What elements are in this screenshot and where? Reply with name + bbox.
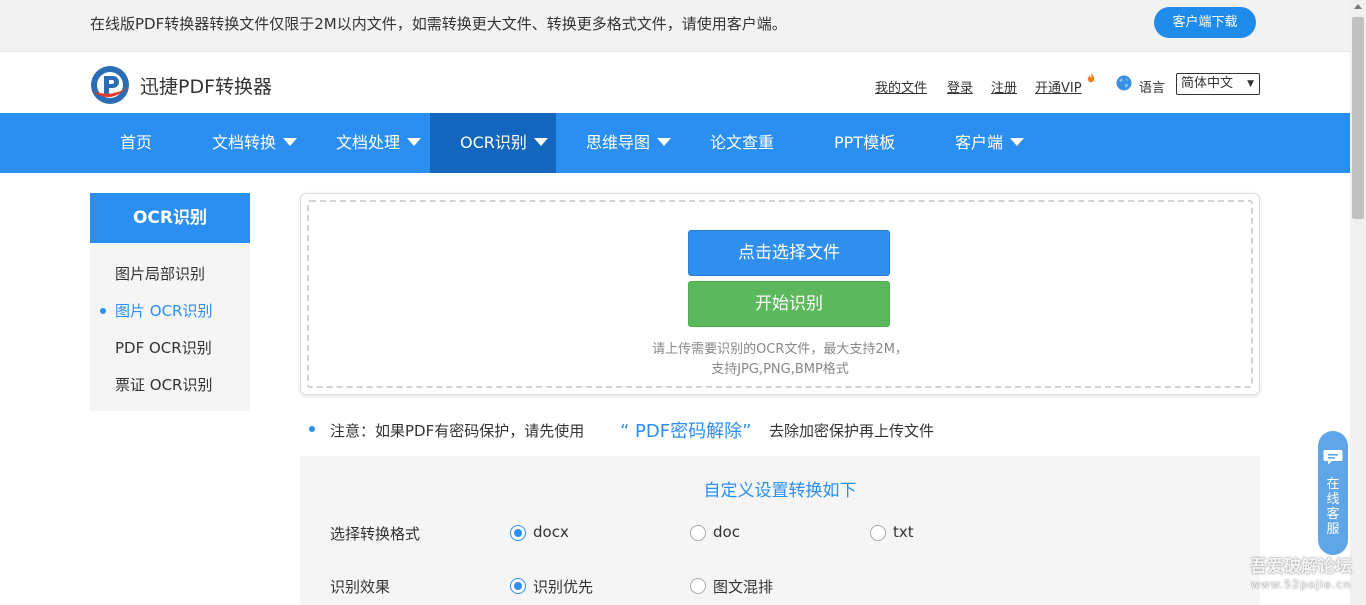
watermark-url: www.52pojie.cn [1250, 578, 1352, 591]
nav-plagiarism-check[interactable]: 论文查重 [710, 113, 774, 173]
nav-client[interactable]: 客户端 [955, 113, 1025, 173]
radio-mixed-layout[interactable] [690, 578, 706, 594]
radio-recognition-first[interactable] [510, 578, 526, 594]
radio-txt[interactable] [870, 525, 886, 541]
sidebar-title: OCR识别 [90, 193, 250, 243]
top-notice-bar: 在线版PDF转换器转换文件仅限于2M以内文件，如需转换更大文件、转换更多格式文件… [0, 0, 1350, 52]
nav-label: 首页 [120, 133, 153, 152]
radio-doc[interactable] [690, 525, 706, 541]
my-files-link[interactable]: 我的文件 [875, 77, 927, 96]
chat-bubble-icon [1323, 450, 1343, 465]
scroll-up-arrow-icon[interactable] [1354, 4, 1362, 9]
brand-logo-icon[interactable] [90, 65, 130, 105]
size-limit-notice: 在线版PDF转换器转换文件仅限于2M以内文件，如需转换更大文件、转换更多格式文件… [90, 15, 787, 33]
nav-doc-convert[interactable]: 文档转换 [212, 113, 298, 173]
nav-label: 论文查重 [710, 133, 775, 152]
pdf-password-remove-link[interactable]: “ PDF密码解除” [620, 417, 751, 443]
nav-label: 文档处理 [336, 133, 401, 152]
client-download-button[interactable]: 客户端下载 [1154, 7, 1256, 38]
nav-label: 文档转换 [212, 133, 277, 152]
sidebar-item-partial-image[interactable]: 图片局部识别 [115, 263, 205, 284]
sidebar-item-receipt-ocr[interactable]: 票证 OCR识别 [115, 374, 212, 395]
nav-mindmap[interactable]: 思维导图 [586, 113, 672, 173]
sidebar-item-image-ocr[interactable]: 图片 OCR识别 [115, 300, 212, 321]
register-link[interactable]: 注册 [991, 77, 1017, 96]
radio-recognition-first-label[interactable]: 识别优先 [533, 576, 593, 597]
nav-label: PPT模板 [834, 133, 896, 152]
dropdown-triangle-icon [657, 137, 672, 146]
settings-title: 自定义设置转换如下 [703, 481, 857, 501]
choose-file-button[interactable]: 点击选择文件 [688, 230, 890, 276]
page-scrollbar[interactable] [1350, 0, 1366, 605]
language-selected-value: 简体中文 [1181, 76, 1234, 91]
radio-docx-label[interactable]: docx [533, 523, 569, 541]
forum-watermark: 吾爱破解论坛 www.52pojie.cn [1246, 556, 1356, 592]
radio-docx[interactable] [510, 525, 526, 541]
upload-dropzone[interactable]: 点击选择文件 开始识别 请上传需要识别的OCR文件，最大支持2M， 支持JPG,… [307, 200, 1253, 388]
main-nav: 首页 文档转换 文档处理 OCR识别 思维导图 论文查重 PPT模板 客户端 [0, 113, 1350, 173]
start-recognition-button[interactable]: 开始识别 [688, 281, 890, 327]
dropdown-caret-icon: ▼ [1247, 79, 1254, 89]
online-service-label: 在线客服 [1326, 477, 1340, 537]
active-indicator-dot [100, 308, 106, 314]
sidebar-item-pdf-ocr[interactable]: PDF OCR识别 [115, 337, 212, 358]
dropdown-triangle-icon [533, 137, 548, 146]
site-header: 迅捷PDF转换器 我的文件 登录 注册 开通VIP 语言 简体中文 ▼ [0, 53, 1350, 113]
conversion-settings: 自定义设置转换如下 选择转换格式 docx doc txt 识别效果 识别优先 … [300, 456, 1260, 605]
online-service-tab[interactable]: 在线客服 [1318, 431, 1348, 555]
login-link[interactable]: 登录 [947, 77, 973, 96]
nav-ppt-templates[interactable]: PPT模板 [834, 113, 895, 173]
password-note-suffix: 去除加密保护再上传文件 [769, 422, 935, 440]
nav-label: OCR识别 [460, 133, 527, 152]
password-note-text: 注意：如果PDF有密码保护，请先使用 [330, 422, 585, 440]
upload-hint-line1: 请上传需要识别的OCR文件，最大支持2M， [652, 342, 908, 357]
radio-mixed-layout-label[interactable]: 图文混排 [713, 576, 773, 597]
sidebar-menu: 图片局部识别 图片 OCR识别 PDF OCR识别 票证 OCR识别 [90, 243, 250, 411]
format-row-label: 选择转换格式 [330, 525, 421, 543]
upload-panel: 点击选择文件 开始识别 请上传需要识别的OCR文件，最大支持2M， 支持JPG,… [300, 193, 1260, 395]
watermark-title: 吾爱破解论坛 [1250, 557, 1352, 577]
nav-label: 思维导图 [586, 133, 651, 152]
language-select[interactable]: 简体中文 ▼ [1176, 73, 1260, 95]
nav-home[interactable]: 首页 [120, 113, 152, 173]
nav-doc-process[interactable]: 文档处理 [336, 113, 422, 173]
globe-icon [1116, 75, 1132, 91]
dropdown-triangle-icon [1010, 137, 1025, 146]
effect-row-label: 识别效果 [330, 578, 391, 596]
dropdown-triangle-icon [283, 137, 298, 146]
scrollbar-thumb[interactable] [1352, 17, 1364, 219]
language-label: 语言 [1139, 81, 1166, 96]
dropdown-triangle-icon [407, 137, 422, 146]
radio-txt-label[interactable]: txt [893, 523, 914, 541]
vip-link[interactable]: 开通VIP [1035, 77, 1082, 96]
note-bullet [309, 426, 315, 432]
flame-icon [1087, 73, 1095, 83]
radio-doc-label[interactable]: doc [713, 523, 740, 541]
nav-ocr[interactable]: OCR识别 [430, 113, 556, 173]
upload-hint-line2: 支持JPG,PNG,BMP格式 [711, 362, 849, 377]
brand-name: 迅捷PDF转换器 [140, 76, 273, 98]
nav-label: 客户端 [955, 133, 1004, 152]
